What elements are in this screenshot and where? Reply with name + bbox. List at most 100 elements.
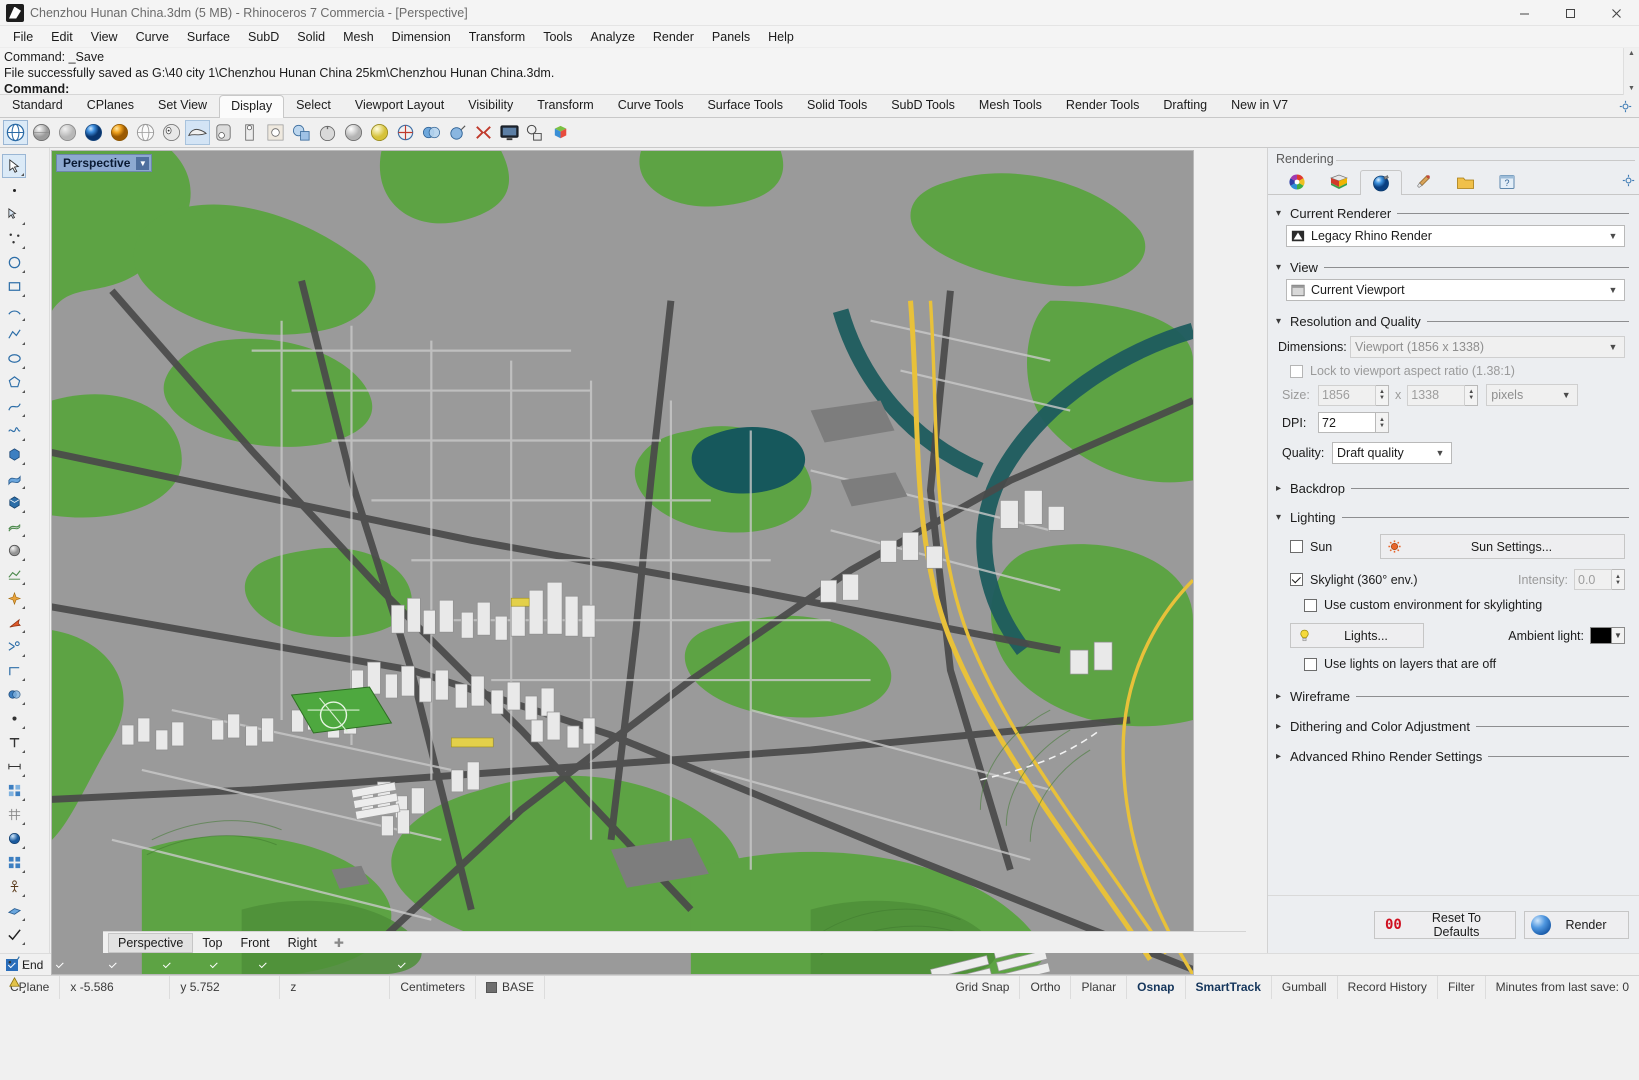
display-option-12-icon[interactable] (289, 120, 314, 145)
menu-mesh[interactable]: Mesh (334, 27, 383, 47)
tool-person[interactable] (2, 874, 26, 898)
panel-tab-render[interactable] (1360, 170, 1402, 195)
size-units-combo[interactable]: pixels ▼ (1486, 384, 1579, 406)
tool-solid[interactable] (2, 490, 26, 514)
tool-mesh[interactable] (2, 562, 26, 586)
status-planar[interactable]: Planar (1071, 975, 1128, 999)
section-header-current-renderer[interactable]: ▾ Current Renderer (1268, 201, 1639, 223)
scroll-up-icon[interactable]: ▲ (1628, 48, 1635, 60)
ambient-light-color-swatch[interactable] (1590, 627, 1612, 644)
display-two-spheres-icon[interactable] (419, 120, 444, 145)
tool-check[interactable] (2, 922, 26, 946)
menu-tools[interactable]: Tools (534, 27, 581, 47)
scroll-down-icon[interactable]: ▼ (1628, 83, 1635, 95)
menu-curve[interactable]: Curve (127, 27, 178, 47)
tool-select-arrow[interactable] (2, 154, 26, 178)
custom-env-row[interactable]: Use custom environment for skylighting (1268, 594, 1639, 616)
viewport-tab-front[interactable]: Front (231, 934, 278, 952)
lock-aspect-row[interactable]: Lock to viewport aspect ratio (1.38:1) (1268, 361, 1639, 381)
tool-curve[interactable] (2, 394, 26, 418)
status-units[interactable]: Centimeters (390, 975, 477, 999)
display-sphere-pin-icon[interactable] (445, 120, 470, 145)
status-grid-snap[interactable]: Grid Snap (945, 975, 1021, 999)
chevron-down-icon[interactable]: ▼ (1606, 231, 1620, 241)
size-height-stepper[interactable]: ▲ ▼ (1465, 384, 1479, 406)
menu-help[interactable]: Help (759, 27, 803, 47)
tool-layers[interactable] (2, 850, 26, 874)
display-monitor-icon[interactable] (497, 120, 522, 145)
panel-tab-paintbrush[interactable] (1402, 169, 1444, 194)
pen-display-icon[interactable] (185, 120, 210, 145)
display-option-14-icon[interactable] (341, 120, 366, 145)
tool-polyline[interactable] (2, 322, 26, 346)
tool-split[interactable] (2, 658, 26, 682)
tab-mesh-tools[interactable]: Mesh Tools (967, 94, 1054, 117)
tool-surface-tools[interactable] (2, 514, 26, 538)
tool-trim[interactable] (2, 634, 26, 658)
sun-settings-button[interactable]: Sun Settings... (1380, 534, 1625, 559)
tool-transform-star[interactable] (2, 586, 26, 610)
tool-ellipse[interactable] (2, 346, 26, 370)
panel-options-gear-icon[interactable] (1622, 174, 1635, 190)
tool-dot[interactable] (2, 706, 26, 730)
display-color-cube-icon[interactable] (549, 120, 574, 145)
artistic-display-icon[interactable] (159, 120, 184, 145)
menu-analyze[interactable]: Analyze (581, 27, 643, 47)
status-filter[interactable]: Filter (1438, 975, 1486, 999)
section-header-dithering[interactable]: ▸ Dithering and Color Adjustment (1268, 708, 1639, 736)
display-option-11-icon[interactable] (263, 120, 288, 145)
tool-arrow-up[interactable] (2, 610, 26, 634)
display-option-15-icon[interactable] (367, 120, 392, 145)
chevron-down-icon[interactable]: ▼ (1433, 448, 1447, 458)
add-viewport-tab-icon[interactable]: ✚ (326, 936, 352, 950)
tab-viewport-layout[interactable]: Viewport Layout (343, 94, 456, 117)
section-header-view[interactable]: ▾ View (1268, 255, 1639, 277)
tool-point[interactable] (2, 178, 26, 202)
rendered-display-icon[interactable] (81, 120, 106, 145)
dimensions-combo[interactable]: Viewport (1856 x 1338) ▼ (1350, 336, 1625, 358)
display-target-icon[interactable] (393, 120, 418, 145)
wireframe-display-icon[interactable] (3, 120, 28, 145)
tool-points-group[interactable] (2, 226, 26, 250)
panel-tab-materials[interactable] (1318, 169, 1360, 194)
display-cube-icon[interactable] (523, 120, 548, 145)
panel-tab-folder[interactable] (1444, 169, 1486, 194)
viewport-tab-right[interactable]: Right (279, 934, 326, 952)
panel-tab-help[interactable]: ? (1486, 169, 1528, 194)
tool-grid[interactable] (2, 802, 26, 826)
viewport-title-label[interactable]: Perspective ▼ (56, 154, 153, 172)
menu-file[interactable]: File (4, 27, 42, 47)
current-renderer-combo[interactable]: Legacy Rhino Render ▼ (1286, 225, 1625, 247)
chevron-down-icon[interactable]: ▼ (1612, 627, 1625, 644)
tab-subd-tools[interactable]: SubD Tools (879, 94, 967, 117)
tool-array[interactable] (2, 778, 26, 802)
menu-render[interactable]: Render (644, 27, 703, 47)
intensity-stepper[interactable]: ▲ ▼ (1612, 569, 1625, 590)
render-button[interactable]: Render (1524, 910, 1629, 939)
toolbar-options-gear-icon[interactable] (1619, 100, 1633, 114)
menu-surface[interactable]: Surface (178, 27, 239, 47)
chevron-down-icon[interactable]: ▼ (1606, 285, 1620, 295)
view-combo[interactable]: Current Viewport ▼ (1286, 279, 1625, 301)
display-remove-icon[interactable] (471, 120, 496, 145)
display-option-9-icon[interactable] (211, 120, 236, 145)
viewport-menu-caret-icon[interactable]: ▼ (136, 156, 150, 170)
tab-set-view[interactable]: Set View (146, 94, 219, 117)
status-ortho[interactable]: Ortho (1020, 975, 1072, 999)
tool-circle[interactable] (2, 250, 26, 274)
minimize-button[interactable] (1501, 0, 1547, 26)
tab-display[interactable]: Display (219, 95, 285, 118)
tab-curve-tools[interactable]: Curve Tools (606, 94, 696, 117)
intensity-input[interactable]: 0.0 (1574, 569, 1612, 590)
section-header-backdrop[interactable]: ▸ Backdrop (1268, 471, 1639, 498)
close-button[interactable] (1593, 0, 1639, 26)
maximize-button[interactable] (1547, 0, 1593, 26)
custom-environment-checkbox[interactable] (1304, 598, 1317, 612)
tab-drafting[interactable]: Drafting (1151, 94, 1219, 117)
lock-aspect-checkbox[interactable] (1290, 364, 1303, 378)
status-record-history[interactable]: Record History (1338, 975, 1438, 999)
skylight-checkbox[interactable] (1290, 573, 1303, 586)
section-header-lighting[interactable]: ▾ Lighting (1268, 500, 1639, 527)
tool-analyze[interactable] (2, 946, 26, 970)
quality-combo[interactable]: Draft quality ▼ (1332, 442, 1452, 464)
